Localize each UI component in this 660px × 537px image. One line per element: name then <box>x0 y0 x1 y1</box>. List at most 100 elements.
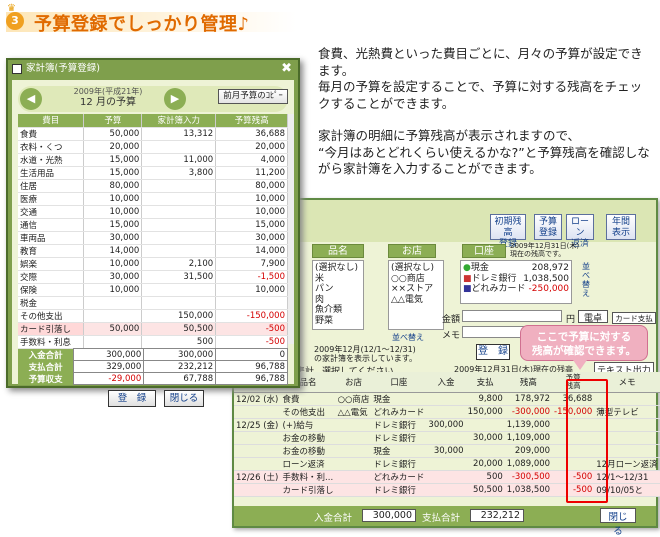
budget-row[interactable]: 交際 30,000 31,500 -1,500 <box>18 270 288 284</box>
budget-row[interactable]: 手数料・利息 500 -500 <box>18 335 288 349</box>
calculator-button[interactable]: 電卓 <box>578 310 608 324</box>
category-cell: 娯楽 <box>18 257 85 271</box>
budget-cell[interactable]: 15,000 <box>83 153 143 167</box>
list-item[interactable]: ○○商店 <box>391 274 441 285</box>
grid-cell <box>335 431 372 445</box>
grid-cell: 現金 <box>371 392 427 406</box>
grid-cell <box>234 457 281 471</box>
input-cell <box>141 244 217 258</box>
list-item[interactable]: ××ストア <box>391 284 441 295</box>
ledger-close-button[interactable]: 閉じる <box>600 508 636 537</box>
budget-cell[interactable]: 10,000 <box>83 192 143 206</box>
budget-row[interactable]: 保険 10,000 10,000 <box>18 283 288 297</box>
copy-previous-button[interactable]: 前月予算のｺﾋﾟｰ <box>218 89 288 104</box>
budget-cell[interactable] <box>83 309 143 323</box>
initial-balance-button[interactable]: 初期残高 登録 <box>490 214 526 249</box>
budget-row[interactable]: 医療 10,000 10,000 <box>18 192 288 206</box>
loan-repay-button[interactable]: ローン 返済 <box>566 214 594 249</box>
list-item[interactable]: 米 <box>315 274 361 285</box>
scrollbar[interactable] <box>288 114 294 344</box>
grid-cell <box>335 457 372 471</box>
budget-row[interactable]: 水道・光熱 15,000 11,000 4,000 <box>18 153 288 167</box>
budget-row[interactable]: 食費 50,000 13,312 36,688 <box>18 127 288 141</box>
totals-value: 300,000 <box>73 348 145 361</box>
totals-table: 入金合計 300,000 300,000 0 支払合計 329,000 232,212 96,… <box>18 348 288 385</box>
budget-row[interactable]: 通信 15,000 15,000 <box>18 218 288 232</box>
budget-cell[interactable]: 20,000 <box>83 140 143 154</box>
card-payment-button[interactable]: カード支払 <box>612 312 656 324</box>
budget-row[interactable]: カード引落し 50,000 50,500 -500 <box>18 322 288 336</box>
sort-label[interactable]: 並べ替え <box>582 262 592 298</box>
list-item[interactable]: (選択なし) <box>315 263 361 274</box>
account-row[interactable]: ■どれみカード -250,000 <box>463 284 569 295</box>
grid-cell: -300,000 <box>504 405 553 419</box>
budget-cell[interactable]: 50,000 <box>83 322 143 336</box>
grid-cell: 300,000 <box>426 418 466 432</box>
list-item[interactable]: 魚介類 <box>315 305 361 316</box>
grid-cell: 150,000 <box>465 405 505 419</box>
next-month-arrow-icon[interactable]: ▶ <box>164 88 186 110</box>
budget-row[interactable]: 娯楽 10,000 2,100 7,900 <box>18 257 288 271</box>
item-list[interactable]: (選択なし) 米 パン 肉 魚介類 野菜 <box>312 260 364 330</box>
prev-month-arrow-icon[interactable]: ◀ <box>20 88 42 110</box>
budget-row[interactable]: 税金 <box>18 296 288 310</box>
grid-cell <box>426 457 466 471</box>
yen-label: 円 <box>566 315 576 325</box>
grid-cell: お金の移動 <box>280 444 336 458</box>
budget-row[interactable]: 教育 14,000 14,000 <box>18 244 288 258</box>
amount-input[interactable] <box>462 310 562 322</box>
list-item[interactable]: パン <box>315 284 361 295</box>
close-icon[interactable]: ✖ <box>281 60 292 78</box>
category-cell: 生活用品 <box>18 166 85 180</box>
budget-row[interactable]: 交通 10,000 10,000 <box>18 205 288 219</box>
budget-row[interactable]: 衣料・くつ 20,000 20,000 <box>18 140 288 154</box>
budget-row[interactable]: 住居 80,000 80,000 <box>18 179 288 193</box>
list-item[interactable]: △△電気 <box>391 295 441 306</box>
budget-cell[interactable]: 80,000 <box>83 179 143 193</box>
budget-row[interactable]: 車両品 30,000 30,000 <box>18 231 288 245</box>
budget-cell[interactable]: 10,000 <box>83 257 143 271</box>
close-button[interactable]: 閉じる <box>164 390 204 407</box>
budget-row[interactable]: その他支出 150,000 -150,000 <box>18 309 288 323</box>
category-cell: 交際 <box>18 270 85 284</box>
sort-label[interactable]: 並べ替え <box>392 332 424 343</box>
year-label: 2009年(平成21年) <box>73 87 143 96</box>
grid-cell: 12/26 (土) <box>234 470 281 484</box>
budget-cell[interactable] <box>83 296 143 310</box>
budget-window: 家計簿(予算登録) ✖ ◀ 2009年(平成21年) 12 月の予算 ▶ 前月予… <box>6 58 300 407</box>
remain-cell: 10,000 <box>215 205 288 219</box>
account-row[interactable]: ■ドレミ銀行 1,038,500 <box>463 274 569 285</box>
amount-label: 金額 <box>442 315 461 325</box>
remain-cell: -1,500 <box>215 270 288 284</box>
list-item[interactable]: 肉 <box>315 295 361 306</box>
totals-value: 67,788 <box>143 372 217 385</box>
remain-cell: 11,200 <box>215 166 288 180</box>
budget-cell[interactable]: 10,000 <box>83 283 143 297</box>
register-button[interactable]: 登 録 <box>108 390 156 407</box>
list-item[interactable]: (選択なし) <box>391 263 441 274</box>
payment-total: 232,212 <box>470 509 524 522</box>
budget-cell[interactable] <box>83 335 143 349</box>
budget-cell[interactable]: 30,000 <box>83 270 143 284</box>
callout: ここで予算に対する 残高が確認できます。 <box>520 325 648 370</box>
budget-cell[interactable]: 30,000 <box>83 231 143 245</box>
budget-register-button[interactable]: 予算 登録 <box>534 214 562 240</box>
budget-cell[interactable]: 50,000 <box>83 127 143 141</box>
income-total-label: 入金合計 <box>314 513 353 524</box>
grid-cell: -300,500 <box>504 470 553 484</box>
remain-cell: 4,000 <box>215 153 288 167</box>
grid-cell <box>234 444 281 458</box>
input-cell: 2,100 <box>141 257 217 271</box>
list-item[interactable]: 野菜 <box>315 316 361 327</box>
shop-list[interactable]: (選択なし) ○○商店 ××ストア △△電気 <box>388 260 444 330</box>
budget-cell[interactable]: 15,000 <box>83 166 143 180</box>
register-button[interactable]: 登 録 <box>476 344 510 360</box>
budget-cell[interactable]: 15,000 <box>83 218 143 232</box>
account-row[interactable]: ●現金 208,972 <box>463 263 569 274</box>
account-list[interactable]: ●現金 208,972 ■ドレミ銀行 1,038,500 ■どれみカード -250,0… <box>460 260 572 304</box>
description: 食費、光熱費といった費目ごとに、月々の予算が設定できます。 毎月の予算を設定する… <box>318 46 654 194</box>
budget-cell[interactable]: 14,000 <box>83 244 143 258</box>
annual-view-button[interactable]: 年間 表示 <box>606 214 636 240</box>
budget-cell[interactable]: 10,000 <box>83 205 143 219</box>
budget-row[interactable]: 生活用品 15,000 3,800 11,200 <box>18 166 288 180</box>
